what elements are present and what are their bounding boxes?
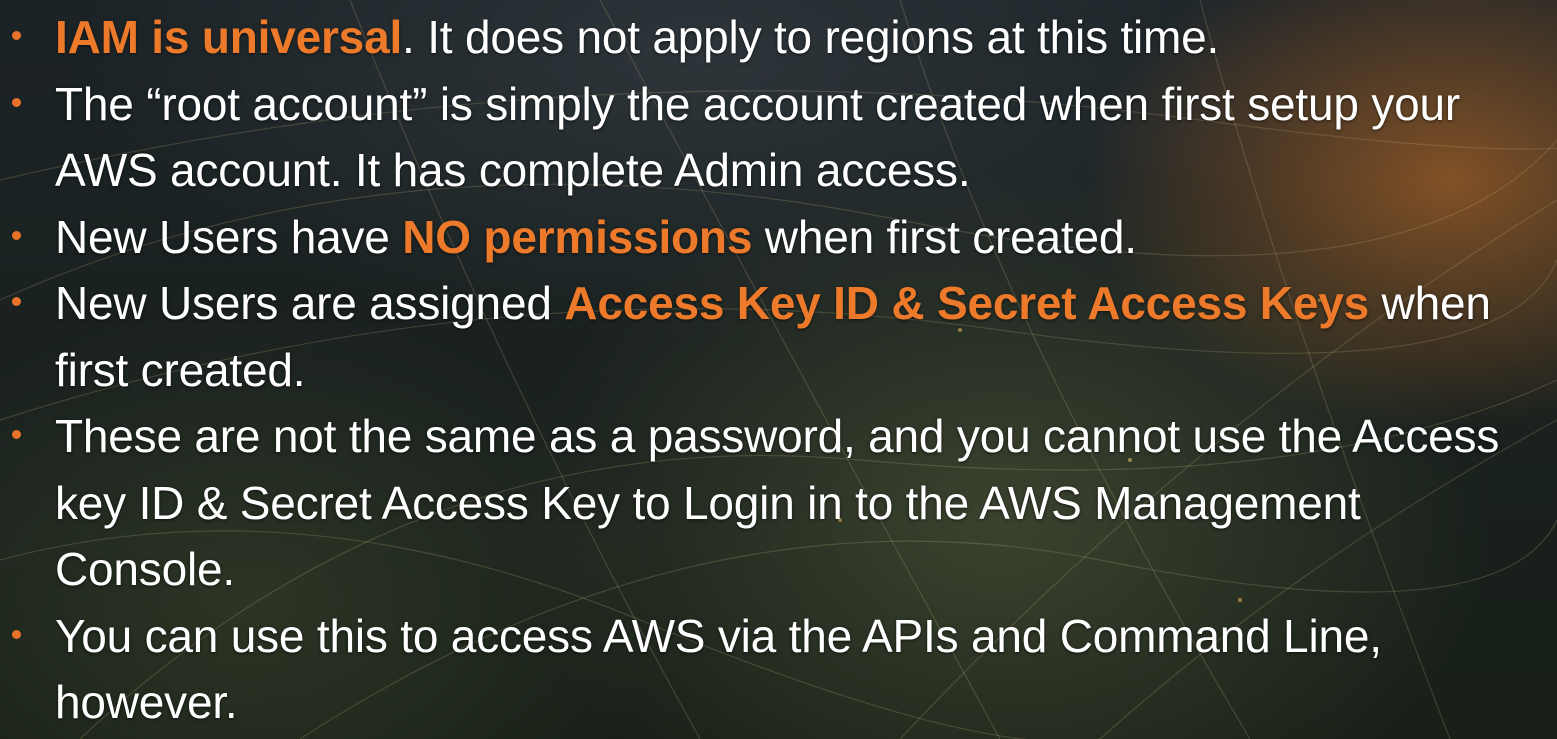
bullet-dot-icon (12, 31, 21, 40)
bullet-text: New Users are assigned (55, 277, 565, 329)
bullet-text: The “root account” is simply the account… (55, 77, 1460, 197)
bullet-text: These are not the same as a password, an… (55, 410, 1500, 595)
bullet-dot-icon (12, 97, 21, 107)
bullet-text: New Users have (55, 210, 403, 263)
bullet-item: These are not the same as a password, an… (0, 403, 1557, 603)
bullet-text: . It does not apply to regions at this t… (402, 11, 1220, 63)
bullet-dot-icon (12, 230, 21, 240)
bullet-dot-icon (12, 430, 21, 439)
bullet-item: The “root account” is simply the account… (0, 71, 1557, 204)
bullet-highlight: IAM is universal (55, 11, 403, 63)
bullet-item: You can use this to access AWS via the A… (0, 603, 1557, 736)
bullet-dot-icon (12, 297, 21, 306)
bullet-list: IAM is universal. It does not apply to r… (0, 4, 1557, 736)
bullet-highlight: Access Key ID & Secret Access Keys (564, 277, 1369, 329)
bullet-text: You can use this to access AWS via the A… (55, 609, 1382, 729)
bullet-text: when first created. (752, 210, 1137, 263)
bullet-item: IAM is universal. It does not apply to r… (0, 4, 1557, 71)
bullet-item: New Users are assigned Access Key ID & S… (0, 270, 1557, 403)
bullet-dot-icon (12, 629, 21, 639)
bullet-item: New Users have NO permissions when first… (0, 204, 1557, 271)
bullet-highlight: NO permissions (402, 210, 753, 263)
slide-content: IAM is universal. It does not apply to r… (0, 0, 1557, 739)
